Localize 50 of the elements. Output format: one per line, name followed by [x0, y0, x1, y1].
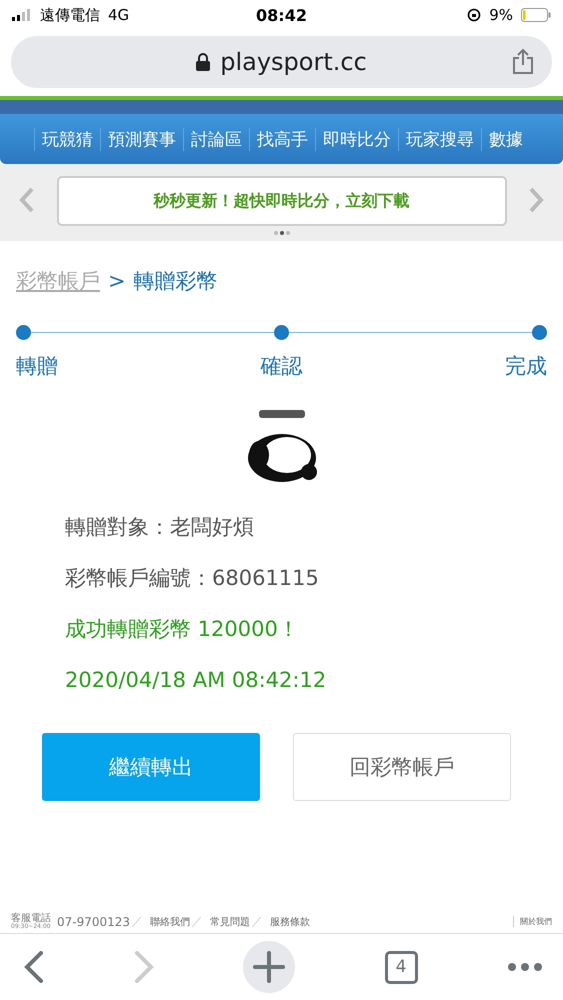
phone-label: 客服電話	[11, 914, 51, 924]
chevron-left-icon	[19, 186, 35, 212]
nav-link[interactable]: 數據	[481, 128, 530, 150]
success-message: 2020/04/18 AM 08:42:12	[65, 667, 328, 694]
success-message: 成功轉贈彩幣 120000！	[65, 616, 300, 643]
plus-icon	[253, 951, 285, 983]
carousel-dot[interactable]	[280, 231, 284, 235]
chevron-left-icon	[24, 951, 44, 983]
detail-text: 轉贈對象：老闆好煩	[65, 514, 255, 541]
chevron-right-icon	[528, 186, 544, 212]
share-icon	[512, 48, 534, 74]
breadcrumb-current: 轉贈彩幣	[134, 268, 218, 295]
footer-link[interactable]: 常見問題	[210, 914, 250, 928]
address-bar[interactable]: playsport.cc	[11, 36, 552, 88]
nav-link[interactable]: 討論區	[183, 128, 249, 150]
signal-icon	[12, 9, 32, 21]
detail-text: 彩幣帳戶編號：68061115	[65, 565, 320, 592]
rotation-lock-icon	[467, 8, 482, 22]
share-button[interactable]	[510, 48, 536, 76]
network-type: 4G	[108, 6, 130, 24]
new-tab-button[interactable]	[243, 941, 295, 993]
nav-link[interactable]: 找高手	[249, 128, 315, 150]
back-button[interactable]	[24, 951, 44, 983]
battery-percent: 9%	[489, 6, 513, 24]
footer-link[interactable]: 聯絡我們	[150, 914, 190, 928]
continue-button[interactable]: 繼續轉出	[42, 733, 260, 801]
download-banner[interactable]: 秒秒更新！超快即時比分，立刻下載	[56, 176, 506, 226]
step-label: 確認	[260, 353, 302, 380]
clock: 08:42	[256, 6, 307, 24]
chevron-right-icon	[134, 951, 154, 983]
lock-icon	[196, 53, 210, 71]
carrier-name: 遠傳電信	[40, 6, 100, 24]
about-link[interactable]: 關於我們	[513, 916, 552, 927]
step-label: 轉贈	[16, 353, 58, 380]
nav-link[interactable]: 玩家搜尋	[398, 128, 481, 150]
footer-link[interactable]: 服務條款	[270, 914, 310, 928]
nav-link[interactable]: 即時比分	[315, 128, 398, 150]
tabs-button[interactable]: 4	[384, 950, 418, 984]
breadcrumb-link[interactable]: 彩幣帳戶	[16, 267, 100, 295]
back-button[interactable]: 回彩幣帳戶	[293, 733, 511, 801]
more-icon	[507, 962, 543, 972]
nav-link[interactable]: 預測賽事	[100, 128, 183, 150]
breadcrumb-separator: >	[108, 269, 126, 293]
step-label: 完成	[505, 353, 547, 380]
more-button[interactable]	[507, 962, 543, 972]
battery-icon	[521, 8, 551, 22]
carousel-dot[interactable]	[286, 231, 290, 235]
nav-link[interactable]: 玩競猜	[34, 128, 100, 150]
carousel-dot[interactable]	[274, 231, 278, 235]
phone-number: 07-9700123	[57, 914, 130, 928]
